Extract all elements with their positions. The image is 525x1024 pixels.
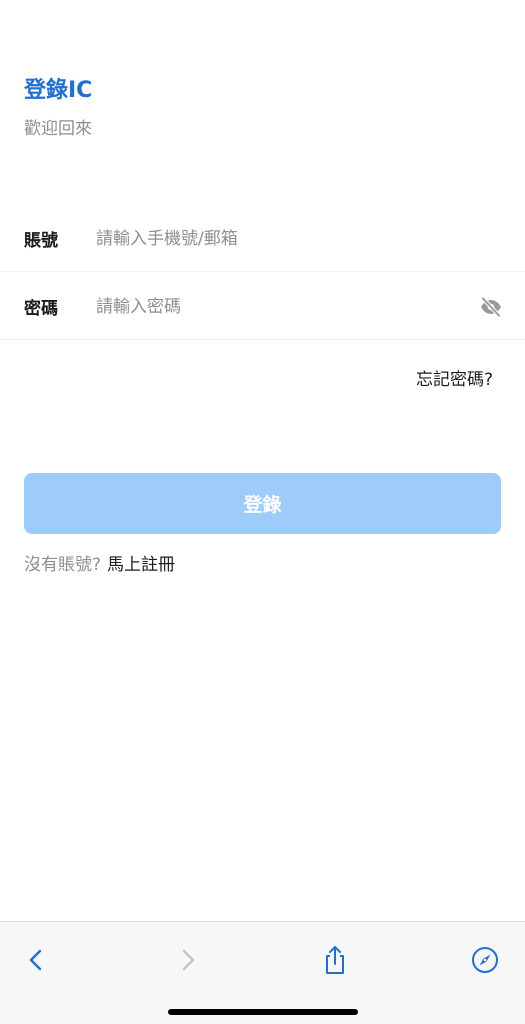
compass-icon[interactable] <box>463 938 507 982</box>
register-prompt: 沒有賬號? <box>24 555 102 575</box>
page-title: 登錄IC <box>24 78 93 103</box>
forward-icon[interactable] <box>166 938 210 982</box>
home-indicator <box>168 1009 358 1015</box>
login-page: 登錄IC 歡迎回來 賬號 密碼 忘記密碼? 登錄 沒有賬號? 馬上註冊 <box>0 0 525 1024</box>
register-link[interactable]: 馬上註冊 <box>107 550 175 575</box>
account-field-row: 賬號 <box>0 206 525 272</box>
browser-toolbar <box>0 921 525 1024</box>
forgot-password-link[interactable]: 忘記密碼? <box>416 365 493 390</box>
share-icon[interactable] <box>313 938 357 982</box>
register-row: 沒有賬號? 馬上註冊 <box>24 550 175 575</box>
account-label: 賬號 <box>24 231 58 251</box>
login-button[interactable]: 登錄 <box>24 473 501 534</box>
page-subtitle: 歡迎回來 <box>24 119 92 139</box>
password-field-row: 密碼 <box>0 274 525 340</box>
back-icon[interactable] <box>14 938 58 982</box>
password-label: 密碼 <box>24 299 58 319</box>
password-input[interactable] <box>96 286 471 327</box>
eye-off-icon[interactable] <box>471 287 511 327</box>
account-input[interactable] <box>96 218 525 259</box>
